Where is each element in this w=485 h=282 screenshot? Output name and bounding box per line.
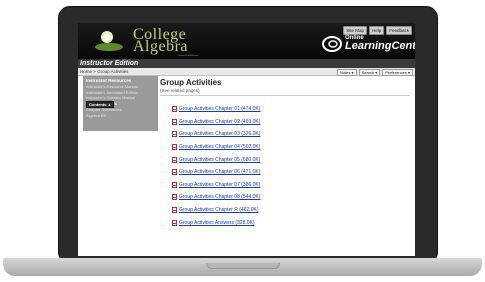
brand-title-line2: Algebra [133,38,189,55]
file-link-chapter-07[interactable]: Group Activities Chapter 07 (386.0K) [179,182,260,188]
file-link-chapter-08[interactable]: Group Activities Chapter 08 (544.0K) [179,194,260,200]
pdf-file-icon [172,207,177,214]
laptop-notch [206,263,280,269]
list-item: Group Activities Answers (328.0K) [172,216,260,229]
divider [160,95,410,96]
list-item: Group Activities Chapter 07 (386.0K) [172,179,260,192]
list-item: Group Activities Chapter R (462.0K) [172,204,260,217]
breadcrumb[interactable]: Home > Group Activities [80,68,128,75]
pdf-file-icon [172,106,177,113]
file-link-chapter-04[interactable]: Group Activities Chapter 04 (502.0K) [179,144,260,150]
file-link-chapter-01[interactable]: Group Activities Chapter 01 (474.0K) [179,106,260,112]
edition-label: Instructor Edition [80,60,139,67]
olc-name-label: LearningCenter [345,40,415,52]
top-links: Site Map Help Feedback [343,26,412,35]
page-title: Group Activities [160,78,222,87]
pdf-file-icon [172,219,177,226]
olc-swirl-icon [322,36,342,52]
pdf-file-icon [172,144,177,151]
list-item: Group Activities Chapter 03 (326.0K) [172,128,260,141]
site-header: College Algebra Stewart/Redlin/Watson Si… [78,23,415,59]
file-link-answers[interactable]: Group Activities Answers (328.0K) [179,220,255,226]
list-item: Group Activities Chapter 06 (471.0K) [172,166,260,179]
pdf-file-icon [172,181,177,188]
sidebar-item-algebra-kit[interactable]: Algebra Kit [86,113,138,118]
related-pages-link[interactable]: (See related pages) [160,88,200,93]
brand-tagline: Stewart/Redlin/Watson [178,55,199,57]
file-link-chapter-06[interactable]: Group Activities Chapter 06 (471.0K) [179,169,260,175]
file-list: Group Activities Chapter 01 (474.0K) Gro… [172,103,260,229]
file-link-chapter-03[interactable]: Group Activities Chapter 03 (326.0K) [179,131,260,137]
pdf-file-icon [172,118,177,125]
file-link-chapter-05[interactable]: Group Activities Chapter 05 (680.0K) [179,157,260,163]
sidebar-item-resource-manual[interactable]: Instructor's Resource Manual [86,84,138,89]
edition-bar: Instructor Edition [78,59,415,68]
file-link-chapter-r[interactable]: Group Activities Chapter R (462.0K) [179,207,258,213]
pdf-file-icon [172,156,177,163]
globe-logo-icon [95,31,123,51]
list-item: Group Activities Chapter 01 (474.0K) [172,103,260,116]
pdf-file-icon [172,194,177,201]
list-item: Group Activities Chapter 04 (502.0K) [172,141,260,154]
feedback-link[interactable]: Feedback [386,26,412,35]
browser-screen: College Algebra Stewart/Redlin/Watson Si… [78,23,415,256]
site-map-link[interactable]: Site Map [343,26,367,35]
contents-button[interactable]: Contents ▲ [86,101,115,108]
main-content: Group Activities (See related pages) Gro… [160,75,410,255]
pdf-file-icon [172,131,177,138]
file-link-chapter-02[interactable]: Group Activities Chapter 02 (469.0K) [179,119,260,125]
sidebar-item-solution-manual[interactable]: Instructor's Solution Manual [86,95,138,100]
list-item: Group Activities Chapter 02 (469.0K) [172,116,260,129]
list-item: Group Activities Chapter 05 (680.0K) [172,153,260,166]
list-item: Group Activities Chapter 08 (544.0K) [172,191,260,204]
sidebar-item-annotated-edition[interactable]: Instructor's Annotated Edition [86,90,138,95]
pdf-file-icon [172,169,177,176]
sidebar-heading: Instructor Resources [86,78,132,83]
help-link[interactable]: Help [368,26,385,35]
